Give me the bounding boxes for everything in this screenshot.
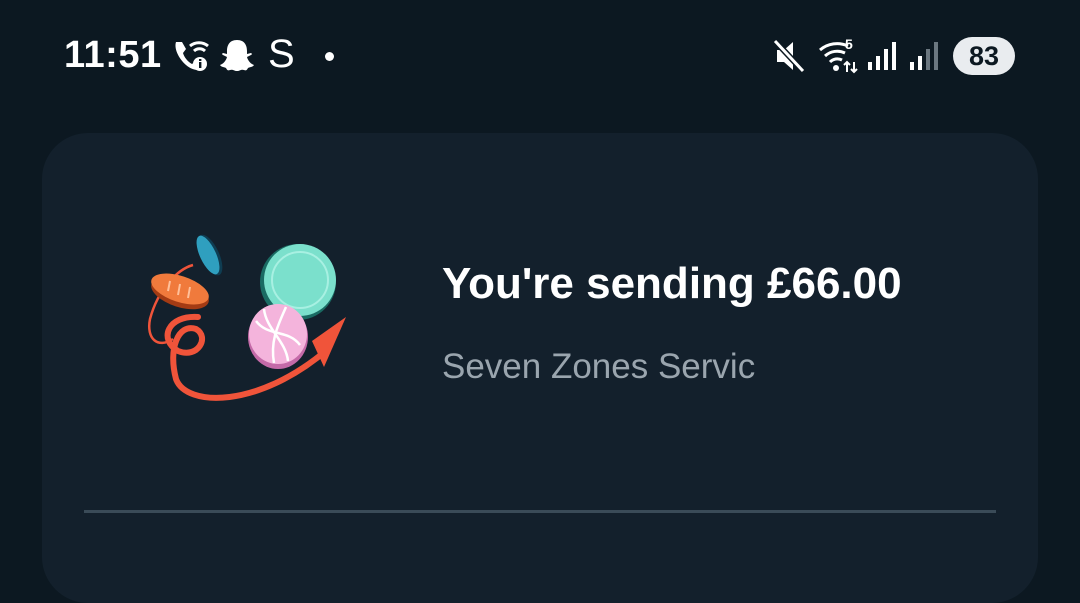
status-bar: 11:51 S 5 83 xyxy=(0,0,1080,112)
snapchat-icon xyxy=(220,40,254,71)
notification-dot-icon xyxy=(325,52,334,61)
mute-icon xyxy=(772,38,806,74)
payment-summary-card: You're sending £66.00 Seven Zones Servic xyxy=(42,133,1038,603)
status-time: 11:51 xyxy=(64,34,162,76)
battery-indicator: 83 xyxy=(953,37,1015,75)
sending-money-illustration xyxy=(147,234,346,401)
recipient-name: Seven Zones Servic xyxy=(442,347,756,386)
signal-weak-icon xyxy=(910,42,938,70)
signal-icon xyxy=(868,42,896,70)
sending-amount-title: You're sending £66.00 xyxy=(442,259,902,308)
wifi-icon xyxy=(819,42,858,74)
wifi-calling-icon xyxy=(175,41,209,71)
wifi-badge: 5 xyxy=(845,36,853,52)
s-app-icon: S xyxy=(268,32,295,76)
divider xyxy=(84,510,996,513)
